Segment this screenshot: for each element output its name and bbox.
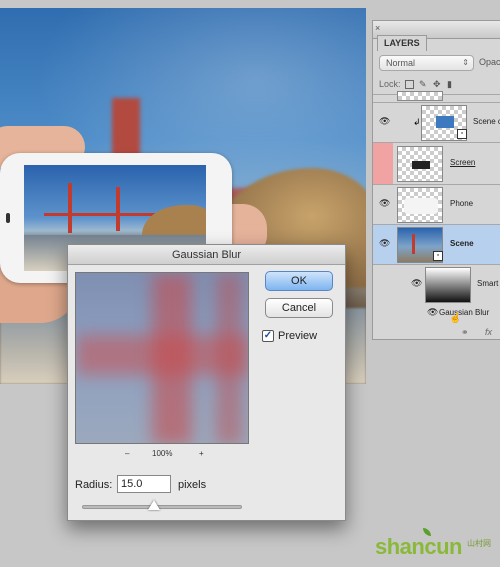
filter-mask-thumbnail [425, 267, 471, 303]
preview-checkbox[interactable]: ✓ [262, 330, 274, 342]
lock-transparent-icon[interactable] [405, 80, 414, 89]
eye-icon[interactable]: 👁 [379, 199, 390, 208]
blend-mode-select[interactable]: Normal ⇕ [379, 55, 474, 71]
phone-bridge-tower-1 [68, 183, 72, 233]
radius-slider-track[interactable] [82, 505, 242, 509]
layer-row-scene[interactable]: 👁 ▫ Scene [373, 225, 500, 265]
layer-row-smart-filters[interactable]: 👁 Smart [373, 265, 500, 305]
cancel-button[interactable]: Cancel [265, 298, 333, 318]
zoom-out-button[interactable]: – [125, 449, 129, 458]
layer-name: Phone [450, 199, 474, 208]
blend-mode-value: Normal [386, 58, 416, 68]
dialog-title: Gaussian Blur [68, 245, 345, 265]
blend-row: Normal ⇕ Opaci [373, 51, 500, 75]
preview-label: Preview [278, 330, 318, 342]
lock-label: Lock: [379, 79, 401, 89]
tab-layers[interactable]: LAYERS [377, 35, 427, 51]
site-watermark: shancun 山村网 [371, 528, 497, 562]
zoom-controls: – 100% + [75, 449, 249, 461]
thumb-image [404, 198, 438, 214]
layer-row-partial[interactable] [373, 91, 500, 103]
layers-panel: × LAYERS Normal ⇕ Opaci Lock: ✎ ✥ ▮ 👁 ↲ … [372, 20, 500, 340]
clip-arrow-icon: ↲ [413, 117, 421, 127]
smart-object-icon: ▫ [457, 129, 467, 139]
eye-icon[interactable]: 👁 [427, 308, 438, 317]
preview-blur-band [152, 273, 192, 443]
layer-thumbnail [397, 187, 443, 223]
thumb-tower [412, 234, 415, 254]
eye-icon[interactable]: 👁 [411, 279, 422, 288]
layer-row-scene-copy[interactable]: 👁 ↲ ▫ Scene c [373, 103, 500, 143]
zoom-level: 100% [152, 449, 173, 458]
radius-input[interactable]: 15.0 [117, 475, 171, 493]
phone-bridge-tower-2 [116, 187, 120, 231]
thumb-image [436, 116, 454, 128]
lock-move-icon[interactable]: ✥ [433, 80, 442, 89]
layer-row-gaussian-blur[interactable]: 👁 Gaussian Blur ☝ [373, 305, 500, 324]
blur-preview[interactable] [75, 272, 249, 444]
layer-row-screen[interactable]: Screen [373, 143, 500, 185]
layer-name: Scene [450, 239, 474, 248]
radius-label: Radius: [75, 479, 113, 491]
watermark-part1: shan [375, 534, 425, 559]
ok-button[interactable]: OK [265, 271, 333, 291]
phone-speaker [6, 213, 10, 223]
fx-icon[interactable]: fx [485, 327, 492, 337]
watermark-subtext: 山村网 [467, 539, 491, 548]
gaussian-blur-dialog: Gaussian Blur – 100% + OK Cancel ✓ Previ… [67, 244, 346, 521]
layer-name: Scene c [473, 117, 500, 126]
watermark-text: shancun [375, 534, 462, 560]
link-icon[interactable]: ⚭ [461, 327, 469, 338]
radius-unit-label: pixels [178, 479, 207, 491]
smart-object-icon: ▫ [433, 251, 443, 261]
eye-icon[interactable]: 👁 [379, 117, 390, 126]
layer-name: Screen [450, 158, 476, 167]
lock-brush-icon[interactable]: ✎ [419, 80, 428, 89]
layer-row-phone[interactable]: 👁 Phone [373, 185, 500, 225]
radius-slider-thumb[interactable] [148, 500, 160, 510]
lock-all-icon[interactable]: ▮ [447, 80, 456, 89]
layer-thumbnail [397, 146, 443, 182]
mouse-cursor-icon: ☝ [449, 313, 462, 324]
hidden-visibility-cell[interactable] [373, 143, 393, 184]
watermark-part2: cun [424, 534, 462, 559]
thumb-image [412, 161, 430, 169]
zoom-in-button[interactable]: + [199, 449, 204, 458]
preview-blur-band [216, 273, 242, 443]
layer-name: Smart [477, 279, 499, 288]
opacity-label: Opaci [479, 57, 500, 67]
select-arrows-icon: ⇕ [462, 58, 469, 67]
layers-bottom-toolbar: ⚭ fx [373, 325, 500, 339]
layer-thumbnail [397, 91, 443, 101]
layer-name: Gaussian Blur [439, 308, 490, 317]
eye-icon[interactable]: 👁 [379, 239, 390, 248]
